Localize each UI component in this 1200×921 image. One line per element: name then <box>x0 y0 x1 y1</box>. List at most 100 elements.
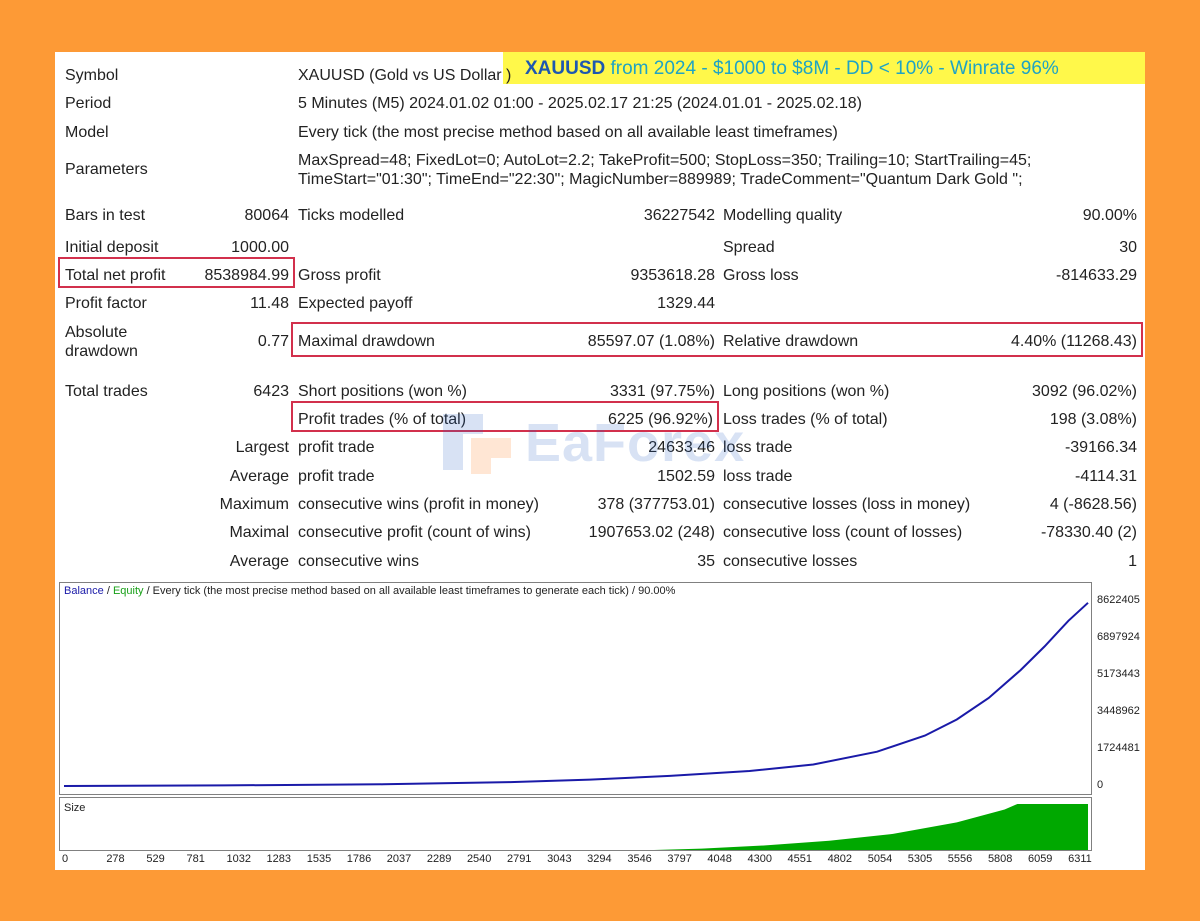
x-tick-label: 3797 <box>667 853 692 865</box>
rel-dd-label: Relative drawdown <box>723 333 859 350</box>
gross-loss-value: -814633.29 <box>1056 267 1137 284</box>
x-tick-label: 5305 <box>907 853 933 865</box>
expected-payoff-label: Expected payoff <box>298 295 413 312</box>
maximal-cons-profit-label: consecutive profit (count of wins) <box>298 524 531 541</box>
x-tick-label: 4048 <box>707 853 732 865</box>
loss-trades-value: 198 (3.08%) <box>1049 411 1137 428</box>
total-trades-label: Total trades <box>65 383 148 400</box>
quality-value: 90.00% <box>1082 207 1137 224</box>
total-trades-value: 6423 <box>253 383 289 400</box>
gross-profit-value: 9353618.28 <box>630 267 715 284</box>
deposit-label: Initial deposit <box>65 239 159 256</box>
average-2-label: Average <box>229 553 289 570</box>
short-value: 3331 (97.75%) <box>610 383 715 400</box>
x-tick-label: 5808 <box>987 853 1013 865</box>
x-tick-label: 2540 <box>466 853 492 865</box>
long-value: 3092 (96.02%) <box>1032 383 1137 400</box>
long-label: Long positions (won %) <box>723 383 890 400</box>
symbol-value: XAUUSD (Gold vs US Dollar ) <box>298 67 512 84</box>
quality-label: Modelling quality <box>723 207 843 224</box>
x-tick-label: 0 <box>62 853 69 865</box>
deposit-value: 1000.00 <box>231 239 289 256</box>
maximal-cons-loss-value: -78330.40 (2) <box>1040 524 1137 541</box>
average-label: Average <box>229 468 289 485</box>
x-tick-label: 1535 <box>306 853 332 865</box>
ticks-value: 36227542 <box>643 207 715 224</box>
banner-title: XAUUSD from 2024 - $1000 to $8M - DD < 1… <box>525 58 1059 79</box>
model-value: Every tick (the most precise method base… <box>298 124 838 141</box>
y-tick-label: 5173443 <box>1097 668 1140 680</box>
abs-dd-label-1: Absolute <box>65 324 128 341</box>
max-dd-value: 85597.07 (1.08%) <box>587 333 715 350</box>
x-tick-label: 2289 <box>426 853 452 865</box>
net-profit-value: 8538984.99 <box>204 267 289 284</box>
x-tick-label: 3294 <box>587 853 612 865</box>
period-label: Period <box>65 95 112 112</box>
watermark-icon <box>443 414 511 474</box>
spread-value: 30 <box>1119 239 1137 256</box>
x-tick-label: 529 <box>146 853 165 865</box>
net-profit-label: Total net profit <box>65 267 166 284</box>
size-plot <box>64 804 1088 850</box>
ticks-label: Ticks modelled <box>298 207 405 224</box>
abs-dd-label-2: drawdown <box>65 343 138 360</box>
x-tick-label: 2037 <box>386 853 412 865</box>
average-loss-value: -4114.31 <box>1075 468 1137 485</box>
y-tick-label: 6897924 <box>1097 631 1140 643</box>
x-tick-label: 5556 <box>947 853 973 865</box>
symbol-label: Symbol <box>65 67 119 84</box>
x-tick-label: 4802 <box>827 853 853 865</box>
profit-factor-label: Profit factor <box>65 295 147 312</box>
abs-dd-value: 0.77 <box>257 333 289 350</box>
y-tick-label: 1724481 <box>1097 742 1140 754</box>
largest-label: Largest <box>235 439 289 456</box>
period-value: 5 Minutes (M5) 2024.01.02 01:00 - 2025.0… <box>298 95 862 112</box>
max-cons-losses-value: 4 (-8628.56) <box>1049 496 1137 513</box>
y-tick-label: 3448962 <box>1097 705 1140 717</box>
size-chart: Size <box>59 797 1092 851</box>
avg-cons-wins-label: consecutive wins <box>298 553 419 570</box>
x-tick-label: 3546 <box>627 853 652 865</box>
model-label: Model <box>65 124 109 141</box>
expected-payoff-value: 1329.44 <box>657 295 715 312</box>
short-label: Short positions (won %) <box>298 383 467 400</box>
x-tick-label: 1283 <box>266 853 292 865</box>
max-cons-wins-label: consecutive wins (profit in money) <box>298 496 539 513</box>
largest-loss-value: -39166.34 <box>1064 439 1137 456</box>
x-tick-label: 6311 <box>1068 853 1092 865</box>
x-tick-label: 4551 <box>787 853 813 865</box>
x-tick-label: 278 <box>106 853 125 865</box>
x-tick-label: 3043 <box>547 853 572 865</box>
bars-label: Bars in test <box>65 207 146 224</box>
avg-cons-losses-label: consecutive losses <box>723 553 858 570</box>
maximum-label: Maximum <box>219 496 289 513</box>
parameters-label: Parameters <box>65 161 148 178</box>
gross-profit-label: Gross profit <box>298 267 381 284</box>
x-tick-label: 781 <box>186 853 205 865</box>
watermark-logo: EaForex <box>433 404 773 480</box>
max-cons-losses-label: consecutive losses (loss in money) <box>723 496 971 513</box>
largest-profit-label: profit trade <box>298 439 375 456</box>
x-tick-label: 4300 <box>747 853 773 865</box>
y-tick-label: 8622405 <box>1097 594 1140 606</box>
watermark-text: EaForex <box>525 413 746 473</box>
balance-line <box>63 602 1089 787</box>
y-tick-label: 0 <box>1097 779 1104 791</box>
maximal-cons-loss-label: consecutive loss (count of losses) <box>723 524 963 541</box>
avg-cons-wins-value: 35 <box>697 553 715 570</box>
average-profit-label: profit trade <box>298 468 375 485</box>
avg-cons-losses-value: 1 <box>1128 553 1137 570</box>
x-tick-label: 2791 <box>506 853 532 865</box>
maximal-label: Maximal <box>229 524 289 541</box>
balance-plot <box>63 602 1089 787</box>
x-tick-label: 6059 <box>1027 853 1053 865</box>
profit-factor-value: 11.48 <box>250 295 289 312</box>
maximal-cons-profit-value: 1907653.02 (248) <box>588 524 715 541</box>
max-dd-label: Maximal drawdown <box>298 333 435 350</box>
gross-loss-label: Gross loss <box>723 267 799 284</box>
parameters-line-2: TimeStart="01:30"; TimeEnd="22:30"; Magi… <box>298 171 1023 188</box>
max-cons-wins-value: 378 (377753.01) <box>597 496 715 513</box>
size-area <box>64 804 1088 850</box>
x-tick-label: 1786 <box>346 853 372 865</box>
parameters-line-1: MaxSpread=48; FixedLot=0; AutoLot=2.2; T… <box>298 152 1032 169</box>
